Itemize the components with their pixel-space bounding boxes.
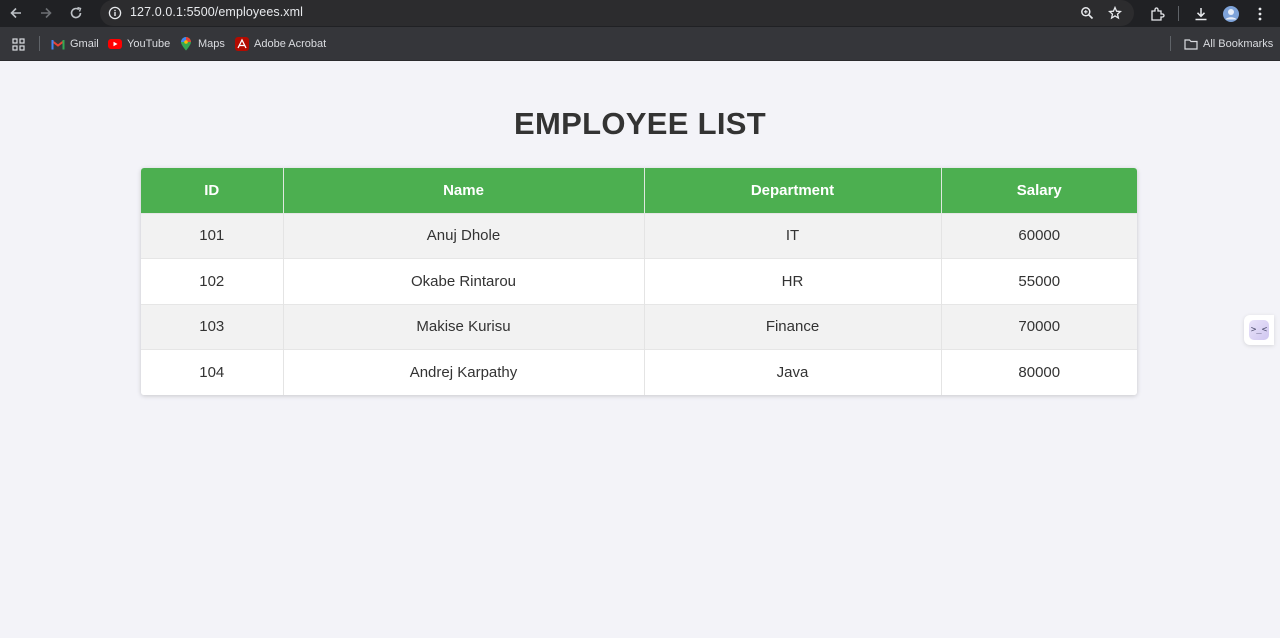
cell-department: Java (644, 349, 942, 395)
cell-name: Okabe Rintarou (283, 258, 645, 304)
bookmark-maps[interactable]: Maps (179, 35, 225, 53)
bookmarks-right-divider (1170, 36, 1171, 51)
youtube-icon (108, 37, 122, 51)
bookmark-gmail[interactable]: Gmail (51, 35, 99, 53)
employee-table-container: ID Name Department Salary 101 Anuj Dhole… (141, 168, 1137, 395)
column-header-id: ID (141, 168, 284, 213)
cell-department: HR (644, 258, 942, 304)
cell-department: Finance (644, 303, 942, 350)
maps-icon (179, 37, 193, 51)
cell-salary: 60000 (941, 212, 1137, 259)
all-bookmarks-button[interactable]: All Bookmarks (1184, 35, 1273, 53)
cell-salary: 80000 (941, 349, 1137, 395)
bookmark-youtube[interactable]: YouTube (108, 35, 170, 53)
zoom-icon[interactable] (1077, 3, 1097, 23)
table-row: 103 Makise Kurisu Finance 70000 (141, 303, 1137, 350)
cell-name: Andrej Karpathy (283, 349, 645, 395)
bookmarks-divider (39, 36, 40, 51)
cell-id: 101 (141, 212, 284, 259)
back-arrow-icon (10, 7, 21, 19)
back-button[interactable] (3, 0, 29, 26)
gmail-icon (51, 37, 65, 51)
toolbar-divider (1178, 6, 1179, 21)
bookmark-adobe-acrobat[interactable]: Adobe Acrobat (235, 35, 326, 53)
cell-salary: 55000 (941, 258, 1137, 304)
reload-icon (70, 6, 82, 19)
bookmarks-bar: Gmail YouTube Maps Adobe Acrobat All Boo… (0, 27, 1280, 61)
side-widget-icon: >_< (1249, 320, 1269, 340)
forward-button[interactable] (33, 0, 59, 26)
download-icon[interactable] (1190, 3, 1212, 25)
bookmark-star-icon[interactable] (1105, 3, 1125, 23)
profile-avatar[interactable] (1220, 3, 1242, 25)
menu-kebab-icon[interactable] (1249, 3, 1271, 25)
column-header-department: Department (644, 168, 942, 213)
cell-department: IT (644, 212, 942, 259)
extensions-icon[interactable] (1146, 3, 1168, 25)
cell-name: Anuj Dhole (283, 212, 645, 259)
table-row: 102 Okabe Rintarou HR 55000 (141, 258, 1137, 304)
column-header-salary: Salary (941, 168, 1137, 213)
cell-salary: 70000 (941, 303, 1137, 350)
page-title: EMPLOYEE LIST (514, 106, 766, 141)
cell-name: Makise Kurisu (283, 303, 645, 350)
cell-id: 104 (141, 349, 284, 395)
browser-toolbar: 127.0.0.1:5500/employees.xml (0, 0, 1280, 27)
url-text[interactable]: 127.0.0.1:5500/employees.xml (130, 5, 303, 19)
table-header-row: ID Name Department Salary (141, 168, 1137, 213)
table-row: 104 Andrej Karpathy Java 80000 (141, 349, 1137, 395)
site-info-icon[interactable] (106, 4, 124, 22)
reload-button[interactable] (63, 0, 89, 26)
side-panel-toggle[interactable]: >_< (1244, 315, 1274, 345)
acrobat-icon (235, 37, 249, 51)
forward-arrow-icon (41, 7, 52, 19)
employee-table: ID Name Department Salary 101 Anuj Dhole… (141, 168, 1137, 395)
apps-grid-icon[interactable] (12, 35, 25, 53)
table-row: 101 Anuj Dhole IT 60000 (141, 212, 1137, 259)
cell-id: 102 (141, 258, 284, 304)
page-content: EMPLOYEE LIST ID Name Department Salary … (0, 61, 1280, 638)
folder-icon (1184, 37, 1198, 51)
address-bar[interactable]: 127.0.0.1:5500/employees.xml (100, 0, 1134, 26)
column-header-name: Name (283, 168, 645, 213)
cell-id: 103 (141, 303, 284, 350)
